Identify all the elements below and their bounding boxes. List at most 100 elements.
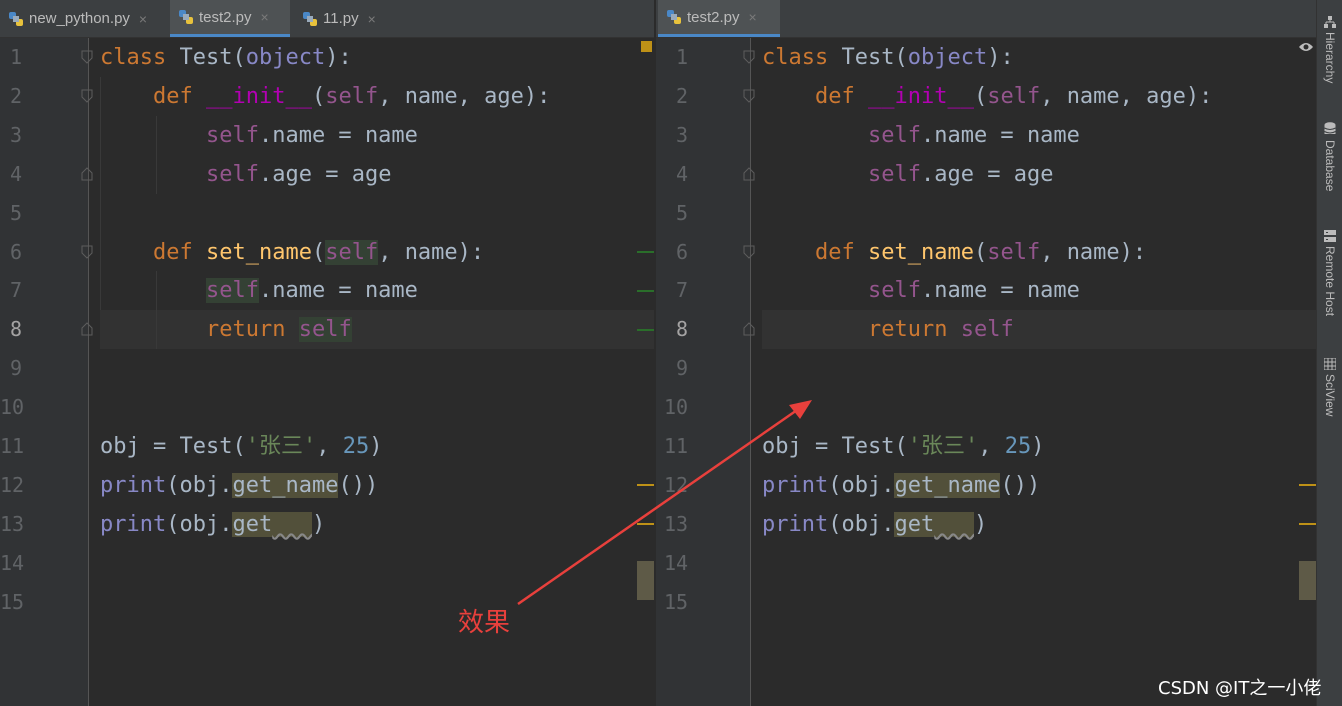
line-number: 15 bbox=[0, 590, 25, 614]
tab-test2[interactable]: test2.py × bbox=[170, 0, 290, 37]
tool-label: Hierarchy bbox=[1323, 32, 1337, 84]
fold-open-icon[interactable] bbox=[743, 245, 755, 259]
code-line-11: obj = Test('张三', 25) bbox=[100, 434, 383, 459]
python-file-icon bbox=[178, 9, 194, 25]
warning-marker[interactable] bbox=[1299, 523, 1316, 525]
code-line-12: print(obj.get_name()) bbox=[100, 473, 379, 498]
database-tool[interactable]: Database bbox=[1317, 122, 1342, 191]
code-line-2: def __init__(self, name, age): bbox=[814, 84, 1213, 109]
line-number: 4 bbox=[10, 162, 23, 186]
change-marker[interactable] bbox=[637, 290, 654, 292]
fold-open-icon[interactable] bbox=[81, 50, 93, 64]
code-line-7: self.name = name bbox=[867, 278, 1080, 303]
python-file-icon bbox=[8, 11, 24, 27]
line-number: 3 bbox=[676, 123, 689, 147]
fold-close-icon[interactable] bbox=[81, 167, 93, 181]
line-number: 9 bbox=[10, 356, 23, 380]
scrollbar-thumb[interactable] bbox=[637, 561, 654, 600]
tool-label: Remote Host bbox=[1323, 246, 1337, 317]
line-number: 5 bbox=[10, 201, 23, 225]
scrollbar-thumb[interactable] bbox=[1299, 561, 1316, 600]
fold-open-icon[interactable] bbox=[743, 89, 755, 103]
fold-close-icon[interactable] bbox=[743, 322, 755, 336]
hierarchy-icon bbox=[1324, 16, 1336, 28]
warning-marker[interactable] bbox=[1299, 484, 1316, 486]
code-line-13: print(obj.get ) bbox=[100, 512, 326, 537]
code-line-12: print(obj.get_name()) bbox=[762, 473, 1041, 498]
code-line-3: self.name = name bbox=[205, 123, 418, 148]
line-number: 10 bbox=[0, 395, 25, 419]
line-number: 6 bbox=[10, 240, 23, 264]
eye-icon[interactable] bbox=[1298, 41, 1314, 53]
line-number: 3 bbox=[10, 123, 23, 147]
line-number: 2 bbox=[676, 84, 689, 108]
line-number: 1 bbox=[10, 45, 23, 69]
gutter-border bbox=[750, 38, 751, 706]
code-line-1: class Test(object): bbox=[762, 45, 1014, 70]
line-number: 13 bbox=[664, 512, 689, 536]
tab-11[interactable]: 11.py × bbox=[294, 0, 394, 37]
warning-indicator[interactable] bbox=[641, 41, 652, 52]
right-tool-strip: Hierarchy Database Remote Host SciView bbox=[1316, 0, 1342, 706]
code-line-3: self.name = name bbox=[867, 123, 1080, 148]
right-tab-bar: test2.py × bbox=[656, 0, 1316, 38]
code-line-6: def set_name(self, name): bbox=[152, 240, 485, 265]
sciview-icon bbox=[1324, 358, 1336, 370]
code-line-4: self.age = age bbox=[205, 162, 392, 187]
tool-label: Database bbox=[1323, 140, 1337, 192]
close-icon[interactable]: × bbox=[139, 11, 147, 27]
database-icon bbox=[1324, 122, 1336, 134]
right-editor[interactable]: 1 2 3 4 5 6 7 8 9 10 11 12 13 14 15 clas… bbox=[656, 38, 1316, 706]
tool-label: SciView bbox=[1323, 374, 1337, 417]
code-line-7: self.name = name bbox=[205, 278, 418, 303]
line-number: 14 bbox=[0, 551, 25, 575]
line-number: 8 bbox=[10, 317, 23, 341]
change-marker[interactable] bbox=[637, 329, 654, 331]
close-icon[interactable]: × bbox=[749, 9, 757, 25]
code-line-4: self.age = age bbox=[867, 162, 1054, 187]
line-number: 15 bbox=[664, 590, 689, 614]
line-number: 7 bbox=[10, 278, 23, 302]
fold-close-icon[interactable] bbox=[743, 167, 755, 181]
code-line-13: print(obj.get ) bbox=[762, 512, 988, 537]
line-number: 13 bbox=[0, 512, 25, 536]
line-number: 4 bbox=[676, 162, 689, 186]
remote-host-tool[interactable]: Remote Host bbox=[1317, 230, 1342, 316]
line-number: 11 bbox=[664, 434, 689, 458]
warning-marker[interactable] bbox=[637, 523, 654, 525]
python-file-icon bbox=[666, 9, 682, 25]
code-line-8: return self bbox=[205, 317, 352, 342]
close-icon[interactable]: × bbox=[261, 9, 269, 25]
watermark: CSDN @IT之一小佬 bbox=[1158, 678, 1322, 699]
line-number: 1 bbox=[676, 45, 689, 69]
line-number: 12 bbox=[664, 473, 689, 497]
close-icon[interactable]: × bbox=[368, 11, 376, 27]
left-editor[interactable]: 1 2 3 4 5 6 7 8 9 10 11 12 13 14 15 clas… bbox=[0, 38, 654, 706]
left-tab-bar: new_python.py × test2.py × 11.py × bbox=[0, 0, 654, 38]
line-number: 6 bbox=[676, 240, 689, 264]
line-number: 2 bbox=[10, 84, 23, 108]
fold-open-icon[interactable] bbox=[743, 50, 755, 64]
fold-close-icon[interactable] bbox=[81, 322, 93, 336]
tab-label: test2.py bbox=[687, 8, 740, 26]
line-number: 12 bbox=[0, 473, 25, 497]
tab-test2-right[interactable]: test2.py × bbox=[658, 0, 780, 37]
code-line-2: def __init__(self, name, age): bbox=[152, 84, 551, 109]
tab-new-python[interactable]: new_python.py × bbox=[0, 0, 166, 37]
line-number: 5 bbox=[676, 201, 689, 225]
gutter-border bbox=[88, 38, 89, 706]
sciview-tool[interactable]: SciView bbox=[1317, 358, 1342, 416]
change-marker[interactable] bbox=[637, 251, 654, 253]
remote-host-icon bbox=[1324, 230, 1336, 242]
line-number: 9 bbox=[676, 356, 689, 380]
code-line-6: def set_name(self, name): bbox=[814, 240, 1147, 265]
code-line-11: obj = Test('张三', 25) bbox=[762, 434, 1045, 459]
fold-open-icon[interactable] bbox=[81, 89, 93, 103]
warning-marker[interactable] bbox=[637, 484, 654, 486]
tab-label: test2.py bbox=[199, 8, 252, 26]
fold-open-icon[interactable] bbox=[81, 245, 93, 259]
hierarchy-tool[interactable]: Hierarchy bbox=[1317, 16, 1342, 83]
line-number: 11 bbox=[0, 434, 25, 458]
annotation-label: 效果 bbox=[458, 608, 511, 638]
tab-label: 11.py bbox=[323, 10, 359, 27]
